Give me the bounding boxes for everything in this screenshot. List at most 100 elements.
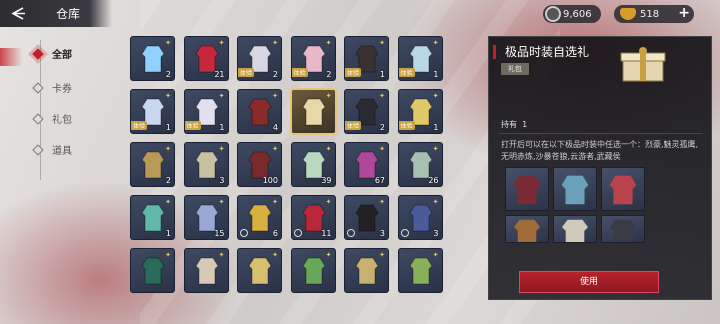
rarity-star-icon: ✦ [432,39,439,47]
item-icon [301,257,326,285]
currency-silver: 9,606 [543,5,601,23]
inventory-slot[interactable]: ✦ 11 [290,195,336,240]
back-arrow-icon[interactable] [8,6,26,21]
clock-icon [347,229,355,237]
inventory-slot[interactable]: ✦ 体验 1 [183,89,229,134]
trial-tag: 体验 [398,68,415,77]
item-count: 3 [219,176,225,185]
inventory-slot[interactable]: ✦ [237,248,282,293]
inventory-slot[interactable]: ✦ 2 [130,36,175,81]
rarity-star-icon: ✦ [272,251,278,259]
rarity-star-icon: ✦ [165,92,171,100]
rarity-star-icon: ✦ [218,251,225,259]
inventory-slot[interactable]: ✦ 2 [130,142,175,187]
clock-icon [240,229,248,237]
inventory-slot[interactable]: ✦ 26 [397,142,443,187]
fashion-choice-6[interactable] [601,215,645,243]
active-marker [0,48,22,66]
item-count: 1 [165,229,171,238]
rarity-star-icon: ✦ [165,39,171,47]
inventory-slot[interactable]: ✦ 15 [183,195,229,240]
divider [499,133,703,134]
inventory-slot[interactable]: ✦ [290,248,336,293]
item-count: 67 [374,176,385,185]
rarity-star-icon: ✦ [379,198,385,206]
item-icon [408,204,433,232]
inventory-slot[interactable]: ✦ 3 [183,142,229,187]
gold-amount: 518 [640,8,660,20]
rarity-star-icon: ✦ [165,251,171,259]
item-count: 3 [433,229,439,238]
diamond-icon [32,81,44,94]
inventory-slot[interactable]: ✦ 21 [183,36,229,81]
item-icon [141,204,165,232]
rarity-star-icon: ✦ [379,251,385,259]
item-icon [408,257,433,285]
rarity-star-icon: ✦ [432,251,439,259]
trial-tag: 体验 [184,121,201,130]
add-currency-button[interactable]: + [678,5,690,21]
diamond-icon [32,143,44,156]
item-count: 21 [214,70,225,79]
use-button[interactable]: 使用 [519,271,659,293]
rarity-star-icon: ✦ [218,39,225,47]
inventory-slot[interactable]: ✦ [344,248,389,293]
sidebar-item-label: 卡券 [52,84,72,95]
rarity-star-icon: ✦ [165,198,171,206]
inventory-slot[interactable]: ✦ 3 [344,195,389,240]
clock-icon [293,229,302,237]
item-count: 1 [219,123,225,132]
item-count: 6 [272,229,278,238]
fashion-choice-1[interactable] [505,167,549,211]
item-icon [301,98,326,126]
sidebar-item-all[interactable]: 全部 [32,46,72,61]
sidebar-item-cards[interactable]: 卡券 [32,80,72,95]
inventory-slot[interactable]: ✦ 体验 1 [344,36,389,81]
clock-icon [400,229,409,237]
inventory-slot[interactable]: ✦ 体验 2 [237,36,282,81]
item-icon [194,257,219,285]
fashion-choice-5[interactable] [553,215,597,243]
rarity-star-icon: ✦ [218,92,225,100]
inventory-slot[interactable]: ✦ [397,248,443,293]
inventory-grid: ✦ 2 ✦ 21 ✦ 体验 2 ✦ 体验 2 ✦ 体验 1 ✦ 体验 1 ✦ 体验 1 ✦ 体验 1 ✦ 4 ✦ ✦ 体验 2 ✦ 体验 1… [130,36,452,324]
rarity-star-icon: ✦ [325,251,332,259]
sidebar-item-items[interactable]: 道具 [32,142,72,157]
inventory-slot[interactable]: ✦ 39 [290,142,336,187]
item-count: 26 [428,176,439,185]
inventory-slot[interactable]: ✦ 3 [397,195,443,240]
inventory-slot[interactable]: ✦ 4 [237,89,282,134]
inventory-slot[interactable]: ✦ [183,248,229,293]
inventory-slot[interactable]: ✦ 1 [130,195,175,240]
inventory-slot[interactable]: ✦ 体验 2 [344,89,389,134]
inventory-slot[interactable]: ✦ 体验 1 [130,89,175,134]
item-count: 2 [165,70,171,79]
rarity-star-icon: ✦ [272,145,278,153]
inventory-slot[interactable]: ✦ 6 [237,195,282,240]
inventory-slot[interactable]: ✦ 100 [237,142,282,187]
item-type-badge: 礼包 [501,63,529,75]
item-count: 11 [321,229,332,238]
inventory-slot[interactable]: ✦ 体验 1 [397,36,443,81]
item-icon [141,151,165,179]
inventory-slot[interactable]: ✦ [289,88,337,135]
sidebar-item-gifts[interactable]: 礼包 [32,111,72,126]
silver-amount: 9,606 [563,8,592,20]
rarity-star-icon: ✦ [379,92,385,100]
fashion-choice-2[interactable] [553,167,597,211]
inventory-slot[interactable]: ✦ [130,248,175,293]
gift-chest-icon [620,47,666,82]
inventory-slot[interactable]: ✦ 体验 2 [290,36,336,81]
item-count: 3 [379,229,385,238]
rarity-star-icon: ✦ [432,145,439,153]
sidebar-item-label: 道具 [52,146,72,157]
inventory-slot[interactable]: ✦ 体验 1 [397,89,443,134]
inventory-slot[interactable]: ✦ 67 [344,142,389,187]
fashion-choice-3[interactable] [601,167,645,211]
item-detail-panel: 极品时装自选礼 礼包 持有 1 打开后可以在以下极品时装中任选一个：烈豪,魅灵孤… [488,36,712,300]
trial-tag: 体验 [398,121,415,130]
title-accent [493,45,496,59]
fashion-choice-4[interactable] [505,215,549,243]
sidebar-item-label: 全部 [52,50,72,61]
rarity-star-icon: ✦ [432,92,439,100]
